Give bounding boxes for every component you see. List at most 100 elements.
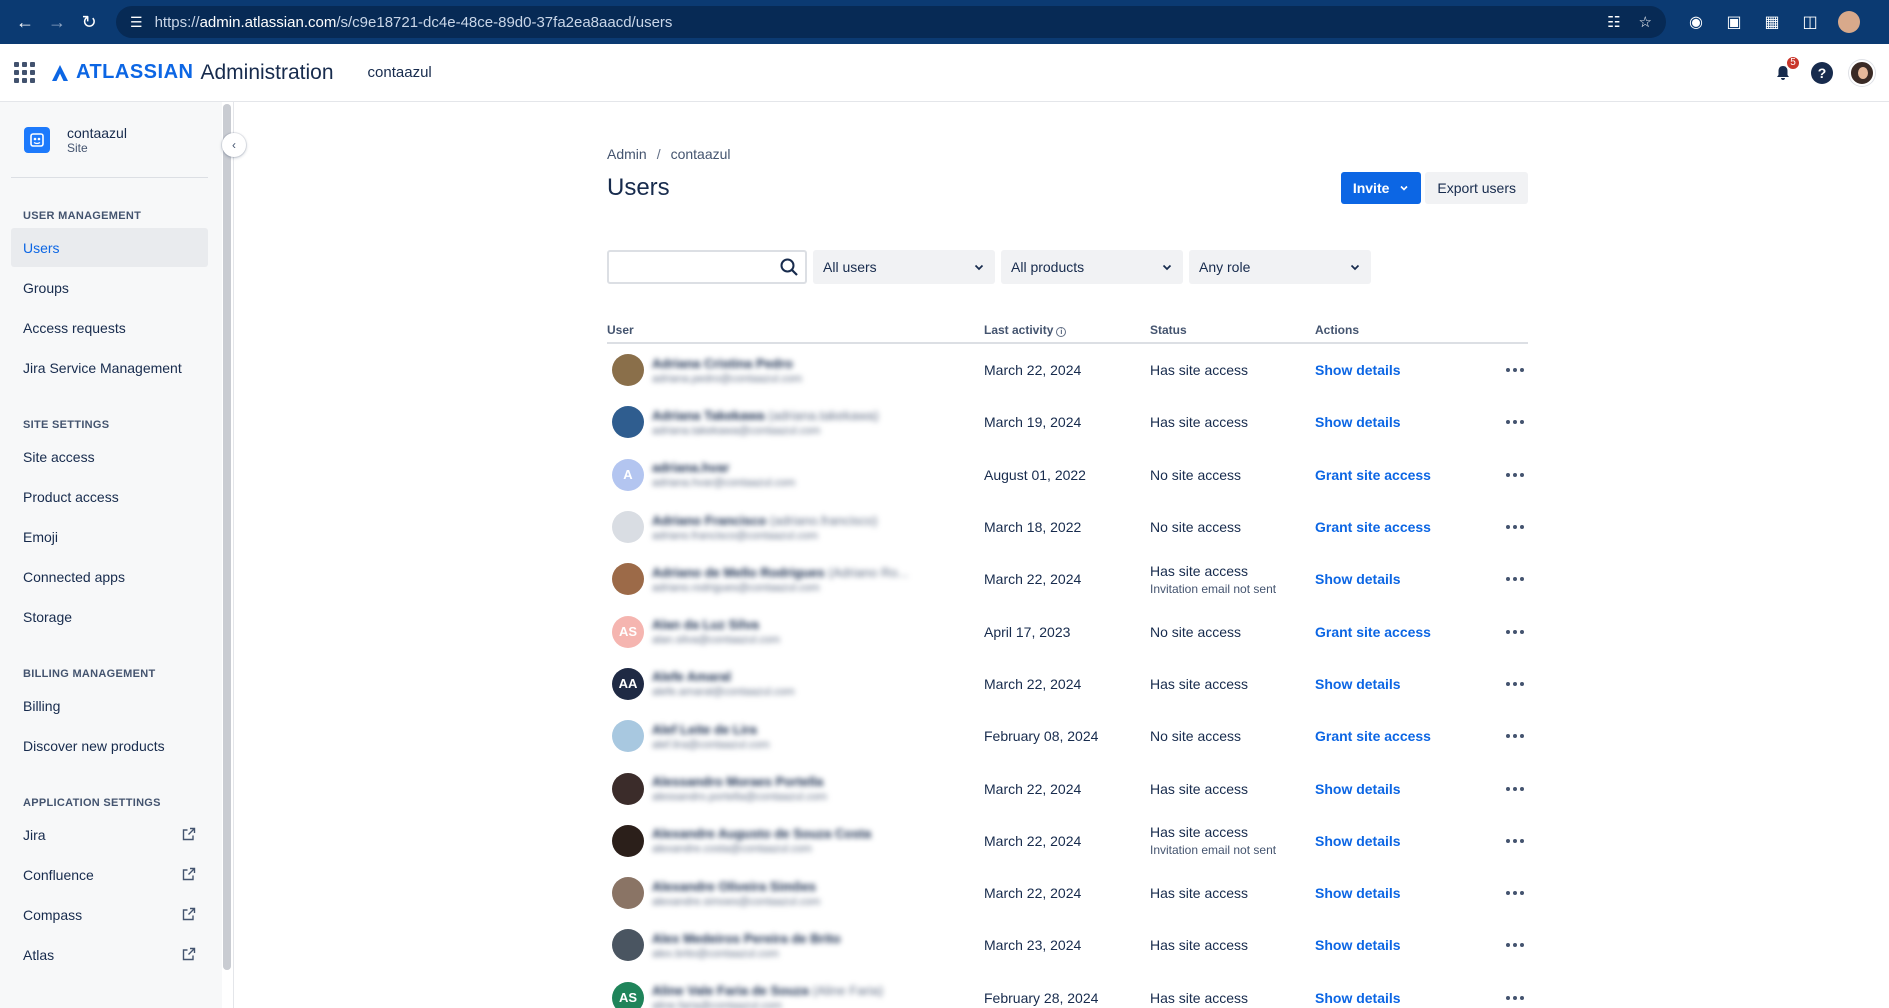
breadcrumb-separator: / <box>656 146 661 162</box>
reload-icon[interactable]: ↻ <box>74 7 104 37</box>
sidebar-scrollbar-thumb[interactable] <box>223 104 231 970</box>
sidebar-item-product-access[interactable]: Product access <box>11 477 208 516</box>
search-icon[interactable] <box>779 257 799 277</box>
user-cell[interactable]: Alessandro Moraes Portella alessandro.po… <box>607 772 984 805</box>
row-action-link[interactable]: Show details <box>1315 937 1401 953</box>
extensions-puzzle-icon[interactable]: ▦ <box>1762 12 1782 32</box>
user-cell[interactable]: Adriana Takekawa (adriana.takekawa) adri… <box>607 406 984 439</box>
back-arrow-icon[interactable]: ← <box>10 7 40 37</box>
more-actions-ellipsis-icon[interactable] <box>1491 577 1528 582</box>
user-cell[interactable]: Adriano de Mello Rodrigues (Adriano Ro..… <box>607 563 984 596</box>
sidebar-item-confluence[interactable]: Confluence <box>11 855 208 894</box>
notifications-bell-icon[interactable]: 5 <box>1771 54 1801 85</box>
sidebar-item-groups[interactable]: Groups <box>11 268 208 307</box>
info-icon[interactable]: i <box>1056 327 1067 337</box>
side-panel-icon[interactable]: ◫ <box>1800 12 1820 32</box>
more-actions-ellipsis-icon[interactable] <box>1491 525 1528 530</box>
more-actions-ellipsis-icon[interactable] <box>1491 838 1528 843</box>
column-header-last-activity[interactable]: Last activity i <box>984 323 1150 337</box>
sidebar-item-jira-service-management[interactable]: Jira Service Management <box>11 348 208 387</box>
row-action-link[interactable]: Show details <box>1315 571 1401 587</box>
more-actions-ellipsis-icon[interactable] <box>1491 472 1528 477</box>
export-users-button[interactable]: Export users <box>1425 172 1528 204</box>
table-row: AS Aline Vale Faria de Souza (Aline Fari… <box>607 972 1528 1008</box>
row-action-link[interactable]: Show details <box>1315 990 1401 1006</box>
sidebar-item-access-requests[interactable]: Access requests <box>11 308 208 347</box>
row-action-link[interactable]: Show details <box>1315 676 1401 692</box>
sidebar-item-compass[interactable]: Compass <box>11 895 208 934</box>
user-cell[interactable]: Alexandre Augusto de Souza Costa alexand… <box>607 824 984 857</box>
sidebar-item-connected-apps[interactable]: Connected apps <box>11 557 208 596</box>
address-bar[interactable]: ☰ https://admin.atlassian.com/s/c9e18721… <box>116 6 1666 38</box>
user-cell[interactable]: Alex Medeiros Pereira de Brito alex.brit… <box>607 929 984 962</box>
user-cell[interactable]: Adriano Francisco (adriano.francisco) ad… <box>607 511 984 544</box>
sidebar-item-billing[interactable]: Billing <box>11 686 208 725</box>
help-question-icon[interactable]: ? <box>1811 61 1833 84</box>
collapse-sidebar-chevron-left-icon[interactable]: ‹ <box>222 133 246 157</box>
user-cell[interactable]: Alexandre Oliveira Simões alexandre.simo… <box>607 877 984 910</box>
row-action-link[interactable]: Grant site access <box>1315 728 1431 744</box>
row-action-link[interactable]: Grant site access <box>1315 467 1431 483</box>
bookmark-star-icon[interactable]: ☆ <box>1639 13 1652 31</box>
row-action-link[interactable]: Show details <box>1315 362 1401 378</box>
sidebar-item-site-access[interactable]: Site access <box>11 437 208 476</box>
column-header-user[interactable]: User <box>607 323 984 337</box>
row-action-link[interactable]: Grant site access <box>1315 624 1431 640</box>
sidebar-item-atlas[interactable]: Atlas <box>11 935 208 974</box>
user-profile-avatar[interactable] <box>1849 59 1875 86</box>
more-actions-ellipsis-icon[interactable] <box>1491 420 1528 425</box>
role-select[interactable]: Any role <box>1189 250 1371 284</box>
row-action-link[interactable]: Show details <box>1315 414 1401 430</box>
site-switcher[interactable]: contaazul Site <box>11 102 208 178</box>
extension-shield-icon[interactable]: ◉ <box>1686 12 1706 32</box>
invite-button[interactable]: Invite <box>1340 172 1422 204</box>
sidebar-item-users[interactable]: Users <box>11 228 208 267</box>
row-action-link[interactable]: Show details <box>1315 833 1401 849</box>
status-cell: No site access <box>1150 467 1315 483</box>
row-action-link[interactable]: Show details <box>1315 885 1401 901</box>
sidebar-item-emoji[interactable]: Emoji <box>11 517 208 556</box>
user-cell[interactable]: AS Alan da Luz Silva alan.silva@contaazu… <box>607 615 984 648</box>
breadcrumb: Admin / contaazul <box>607 146 1528 162</box>
user-cell[interactable]: Adriana Cristina Pedro adriana.pedro@con… <box>607 354 984 387</box>
user-cell[interactable]: AS Aline Vale Faria de Souza (Aline Fari… <box>607 981 984 1008</box>
header-site-name[interactable]: contaazul <box>368 64 432 81</box>
user-name: Adriana Takekawa (adriana.takekawa) <box>652 407 879 423</box>
table-row: AS Alan da Luz Silva alan.silva@contaazu… <box>607 605 1528 657</box>
product-name: Administration <box>200 60 334 84</box>
user-cell[interactable]: A adriana.hvar adriana.hvar@contaazul.co… <box>607 458 984 491</box>
more-actions-ellipsis-icon[interactable] <box>1491 943 1528 948</box>
sidebar-item-storage[interactable]: Storage <box>11 597 208 636</box>
user-type-select[interactable]: All users <box>813 250 995 284</box>
site-settings-icon[interactable]: ☰ <box>130 14 143 31</box>
search-input[interactable] <box>609 252 769 282</box>
breadcrumb-admin[interactable]: Admin <box>607 146 647 162</box>
user-cell[interactable]: Alef Leite de Lira alef.lira@contaazul.c… <box>607 720 984 753</box>
translate-icon[interactable]: ☷ <box>1607 13 1620 31</box>
avatar <box>612 929 644 962</box>
browser-toolbar: ← → ↻ ☰ https://admin.atlassian.com/s/c9… <box>0 0 1889 44</box>
breadcrumb-site[interactable]: contaazul <box>671 146 731 162</box>
row-action-link[interactable]: Grant site access <box>1315 519 1431 535</box>
row-action-link[interactable]: Show details <box>1315 781 1401 797</box>
app-switcher-grid-icon[interactable] <box>14 61 36 84</box>
products-select[interactable]: All products <box>1001 250 1183 284</box>
more-actions-ellipsis-icon[interactable] <box>1491 891 1528 896</box>
extension-translate-icon[interactable]: ▣ <box>1724 12 1744 32</box>
more-actions-ellipsis-icon[interactable] <box>1491 786 1528 791</box>
sidebar-scrollbar[interactable] <box>223 104 231 970</box>
atlassian-logo[interactable]: ATLASSIAN Administration <box>50 61 334 85</box>
forward-arrow-icon[interactable]: → <box>42 7 72 37</box>
search-field[interactable] <box>607 250 807 284</box>
status-cell: No site access <box>1150 728 1315 744</box>
sidebar-item-jira[interactable]: Jira <box>11 815 208 854</box>
more-actions-ellipsis-icon[interactable] <box>1491 629 1528 634</box>
browser-profile-avatar[interactable] <box>1838 11 1860 33</box>
more-actions-ellipsis-icon[interactable] <box>1491 995 1528 1000</box>
more-actions-ellipsis-icon[interactable] <box>1491 681 1528 686</box>
sidebar-item-discover-new-products[interactable]: Discover new products <box>11 726 208 765</box>
main-content: Admin / contaazul Users Invite Export us… <box>607 102 1528 1008</box>
more-actions-ellipsis-icon[interactable] <box>1491 734 1528 739</box>
more-actions-ellipsis-icon[interactable] <box>1491 368 1528 373</box>
user-cell[interactable]: AA Alefe Amaral alefe.amaral@contaazul.c… <box>607 667 984 700</box>
